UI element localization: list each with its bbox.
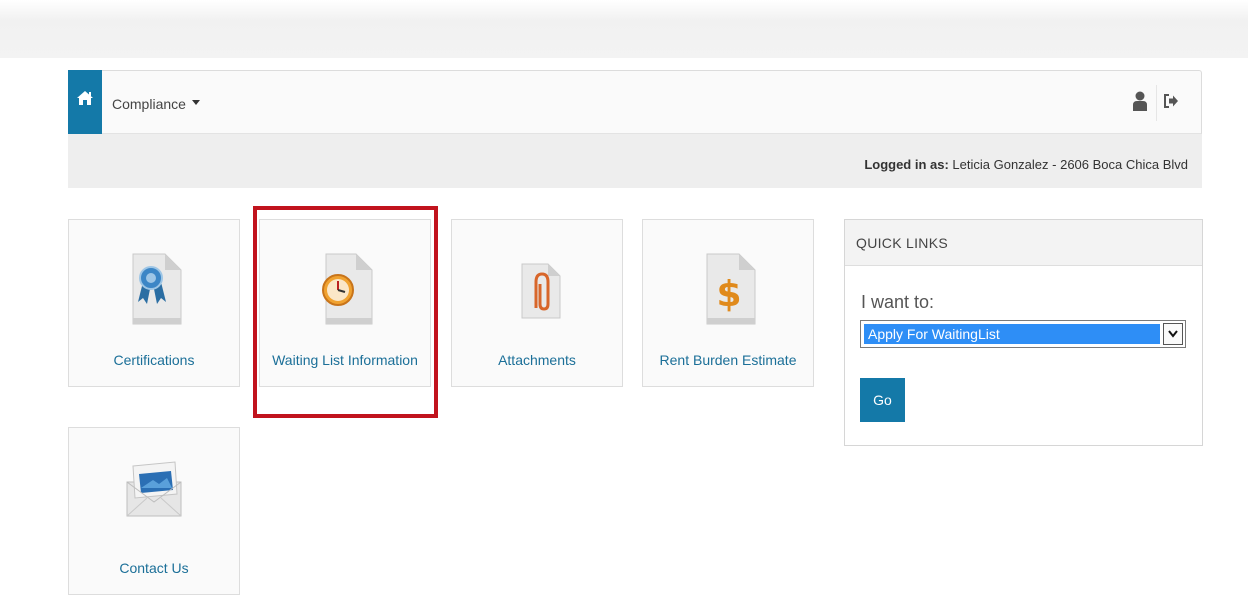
login-bar: Logged in as: Leticia Gonzalez - 2606 Bo…	[68, 134, 1202, 188]
dollar-document-icon: $	[706, 253, 756, 325]
tile-label: Waiting List Information	[272, 352, 418, 368]
top-band	[0, 0, 1248, 58]
navbar: Compliance	[68, 70, 1202, 135]
tile-icon-wrap	[260, 252, 430, 328]
quick-links-selected-value: Apply For WaitingList	[864, 324, 1160, 344]
sign-out-icon[interactable]	[1163, 93, 1179, 109]
tile-icon-wrap	[69, 252, 239, 328]
quick-links-panel: QUICK LINKS I want to: Apply For Waiting…	[844, 219, 1203, 446]
caret-down-icon	[191, 99, 200, 105]
tile-icon-wrap	[69, 460, 239, 520]
logged-in-user: Leticia Gonzalez - 2606 Boca Chica Blvd	[948, 157, 1188, 172]
logged-in-prefix: Logged in as:	[864, 157, 949, 172]
envelope-icon	[126, 461, 182, 517]
tile-rent-burden-estimate[interactable]: $ Rent Burden Estimate	[642, 219, 814, 387]
tile-waiting-list-information[interactable]: Waiting List Information	[259, 219, 431, 387]
svg-text:$: $	[716, 274, 741, 315]
tile-label: Certifications	[113, 352, 195, 368]
tile-contact-us[interactable]: Contact Us	[68, 427, 240, 595]
compliance-menu-label: Compliance	[112, 96, 186, 112]
go-button[interactable]: Go	[860, 378, 905, 422]
tile-icon-wrap	[452, 252, 622, 328]
quick-links-title: QUICK LINKS	[845, 220, 1202, 266]
tile-icon-wrap: $	[643, 252, 813, 328]
tile-certifications[interactable]: Certifications	[68, 219, 240, 387]
paperclip-document-icon	[521, 263, 561, 319]
chevron-down-icon[interactable]	[1163, 323, 1183, 345]
tile-label: Contact Us	[119, 560, 189, 576]
chevron-down-glyph	[1168, 330, 1178, 338]
clock-document-icon	[322, 253, 373, 325]
user-icon[interactable]	[1133, 91, 1147, 111]
certificate-ribbon-icon	[132, 253, 182, 325]
compliance-menu[interactable]: Compliance	[112, 96, 200, 112]
tile-attachments[interactable]: Attachments	[451, 219, 623, 387]
logged-in-info: Logged in as: Leticia Gonzalez - 2606 Bo…	[864, 157, 1188, 172]
home-icon	[77, 91, 93, 105]
nav-divider	[1156, 85, 1157, 121]
quick-links-prompt: I want to:	[861, 292, 935, 312]
tile-label: Attachments	[498, 352, 576, 368]
tile-label: Rent Burden Estimate	[659, 352, 797, 368]
home-button[interactable]	[68, 70, 102, 135]
quick-links-select[interactable]: Apply For WaitingList	[860, 320, 1186, 348]
